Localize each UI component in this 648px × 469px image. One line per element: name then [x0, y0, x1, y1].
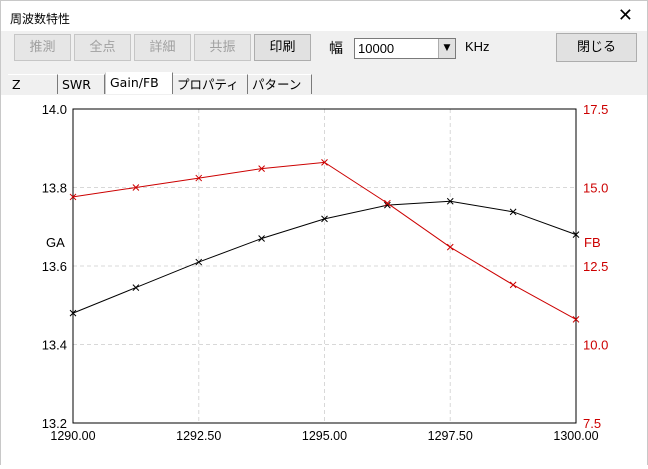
width-label: 幅	[329, 41, 343, 57]
x-tick-label: 1300.00	[553, 429, 598, 443]
right-tick-label: 10.0	[583, 338, 608, 353]
gain-fb-chart: 1290.00 1292.50 1295.00 1297.50 1300.00 13.2 1…	[42, 102, 609, 443]
data-point-fb	[509, 281, 517, 289]
tab-z[interactable]: Z	[8, 74, 58, 94]
window-title: 周波数特性	[10, 12, 71, 26]
tab-gain-fb[interactable]: Gain/FB	[105, 72, 173, 94]
tab-pattern[interactable]: パターン	[248, 74, 312, 94]
data-point-ga	[258, 235, 265, 242]
plot-area: 1290.00 1292.50 1295.00 1297.50 1300.00 13.2 1…	[1, 95, 647, 465]
estimate-button[interactable]: 推測	[14, 34, 71, 61]
left-axis-label: GA	[46, 235, 65, 250]
right-tick-label: 17.5	[583, 102, 608, 117]
series-line-fb	[72, 161, 577, 320]
x-tick-label: 1292.50	[176, 429, 221, 443]
data-point-ga	[132, 284, 140, 291]
unit-label: KHz	[465, 39, 490, 54]
detail-button[interactable]: 詳細	[134, 34, 191, 61]
left-tick-label: 13.6	[42, 259, 67, 274]
title-bar: 周波数特性 ✕	[1, 1, 647, 31]
left-tick-label: 13.2	[42, 416, 67, 431]
close-icon[interactable]: ✕	[618, 5, 633, 26]
width-select-value: 10000	[358, 41, 395, 56]
x-tick-label: 1297.50	[428, 429, 473, 443]
width-select[interactable]: 10000 ▼	[354, 38, 456, 59]
left-tick-label: 13.8	[42, 181, 67, 196]
left-tick-label: 13.4	[42, 338, 67, 353]
chevron-down-icon[interactable]: ▼	[438, 39, 455, 58]
x-tick-label: 1290.00	[50, 429, 95, 443]
right-tick-label: 7.5	[583, 416, 601, 431]
x-tick-label: 1295.00	[302, 429, 347, 443]
tab-swr[interactable]: SWR	[58, 74, 105, 94]
tab-properties[interactable]: プロパティ	[173, 74, 248, 94]
print-button[interactable]: 印刷	[254, 34, 311, 61]
close-button[interactable]: 閉じる	[556, 33, 637, 62]
right-tick-label: 12.5	[583, 259, 608, 274]
right-axis-label: FB	[584, 235, 601, 250]
window: 周波数特性 ✕ 推測 全点 詳細 共振 印刷 幅 KHz 閉じる 10000 ▼…	[0, 0, 648, 465]
toolbar: 推測 全点 詳細 共振 印刷 幅 KHz 閉じる	[1, 31, 647, 67]
right-tick-label: 15.0	[583, 181, 608, 196]
resonance-button[interactable]: 共振	[194, 34, 251, 61]
left-tick-label: 14.0	[42, 102, 67, 117]
all-points-button[interactable]: 全点	[74, 34, 131, 61]
tab-bar: Z SWR Gain/FB プロパティ パターン	[1, 67, 647, 95]
